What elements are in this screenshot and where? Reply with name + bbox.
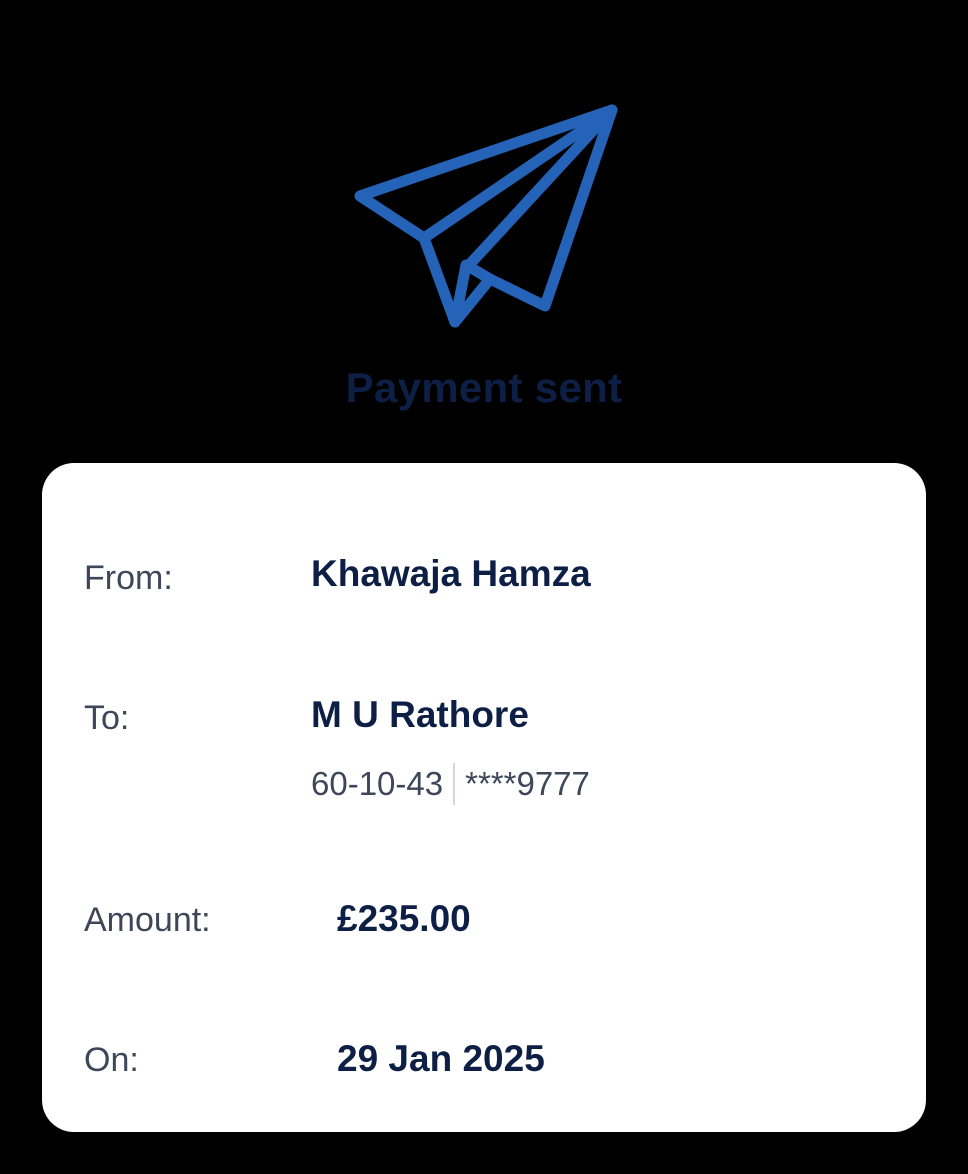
payment-details-card: From: Khawaja Hamza To: M U Rathore 60-1… [42,463,926,1132]
amount-value: £235.00 [337,898,471,939]
from-label: From: [84,559,173,597]
divider [453,763,456,805]
page-title: Payment sent [345,364,623,411]
date-value: 29 Jan 2025 [337,1038,545,1079]
to-label: To: [84,699,130,737]
from-value: Khawaja Hamza [311,553,591,594]
date-label: On: [84,1041,139,1079]
recipient-account-details: 60-10-43 ****9777 [311,763,590,805]
paper-plane-icon [354,104,618,328]
amount-label: Amount: [84,901,211,939]
payment-status-header: Payment sent [0,0,968,440]
account-number: ****9777 [465,765,590,802]
sort-code: 60-10-43 [311,765,444,802]
to-value: M U Rathore [311,694,529,735]
